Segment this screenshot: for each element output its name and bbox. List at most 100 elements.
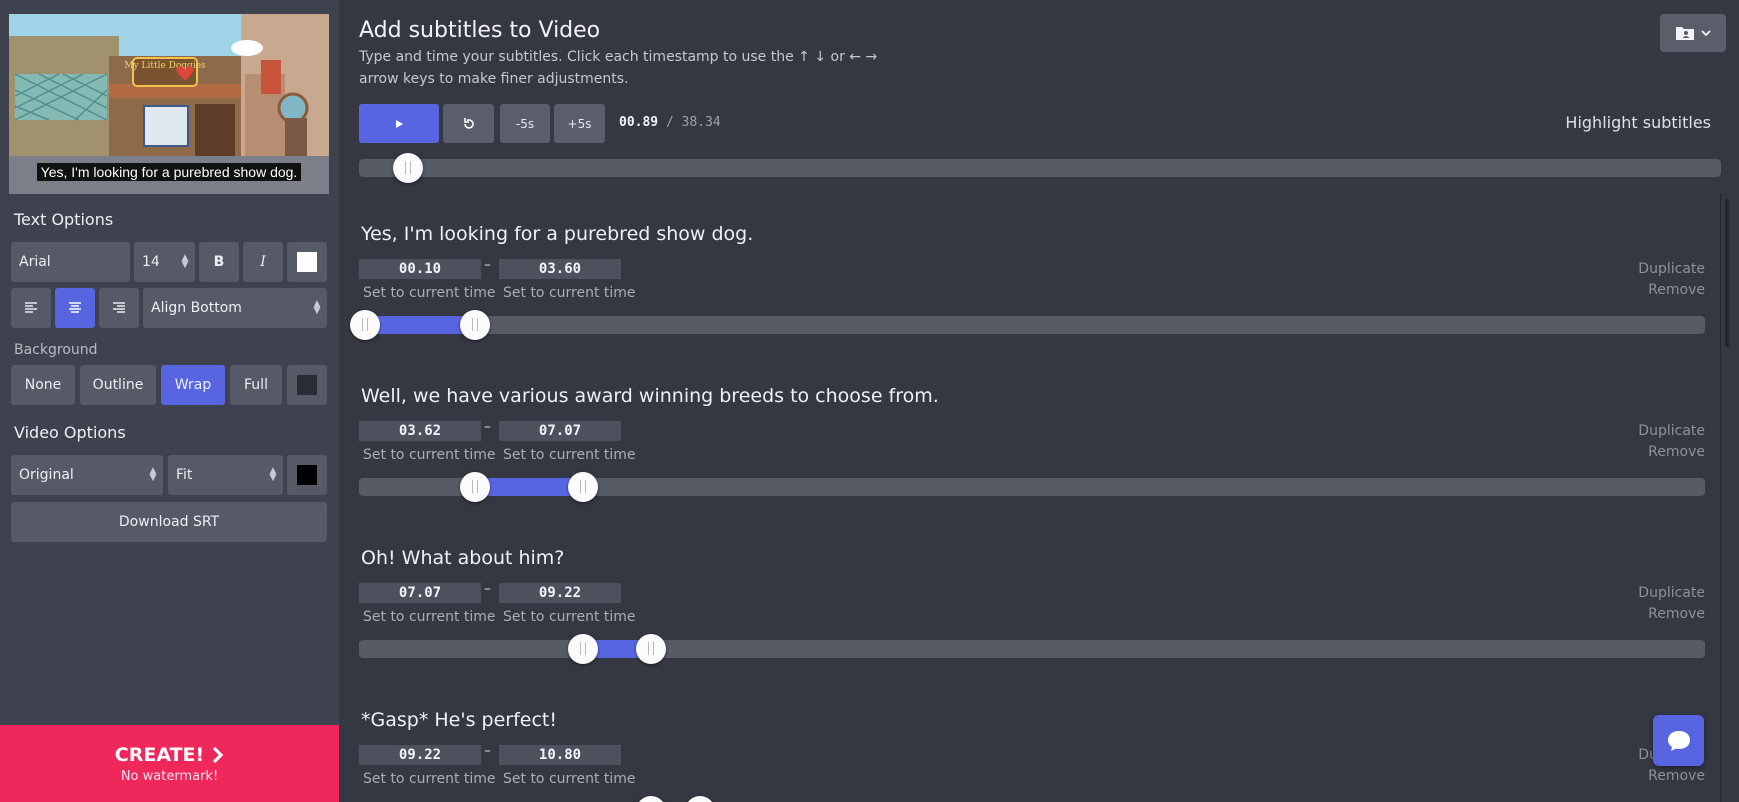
- start-time-field[interactable]: 03.62: [359, 421, 481, 441]
- time-dash: –: [484, 419, 491, 435]
- select-arrows-icon: ▲ ▼: [269, 466, 277, 483]
- select-arrows-icon: ▲ ▼: [149, 466, 157, 483]
- subtitle-list-scrollbar[interactable]: [1720, 193, 1734, 802]
- background-outline-button[interactable]: Outline: [80, 365, 156, 405]
- play-icon: [396, 119, 403, 128]
- folder-user-icon: [1676, 27, 1694, 40]
- align-right-button[interactable]: [99, 288, 139, 328]
- project-folder-button[interactable]: [1660, 14, 1726, 52]
- restart-button[interactable]: [443, 104, 494, 143]
- page-title: Add subtitles to Video: [359, 18, 601, 43]
- remove-link[interactable]: Remove: [1648, 282, 1705, 298]
- remove-link[interactable]: Remove: [1648, 606, 1705, 622]
- sidebar: My Little Doggies Yes, I'm looking for a…: [0, 0, 339, 802]
- background-color-button[interactable]: [287, 365, 327, 405]
- range-start-handle[interactable]: [350, 310, 381, 340]
- start-time-field[interactable]: 09.22: [359, 745, 481, 765]
- end-time-field[interactable]: 07.07: [499, 421, 621, 441]
- range-slider[interactable]: [350, 310, 1705, 340]
- duplicate-link[interactable]: Duplicate: [1638, 261, 1705, 277]
- create-button[interactable]: CREATE! No watermark!: [0, 725, 339, 802]
- rotate-icon: [463, 117, 474, 129]
- video-background-color-button[interactable]: [287, 455, 327, 495]
- start-time-field[interactable]: 00.10: [359, 259, 481, 279]
- time-separator: /: [665, 115, 674, 130]
- remove-link[interactable]: Remove: [1648, 444, 1705, 460]
- range-fill: [365, 316, 475, 334]
- forward-5s-button[interactable]: +5s: [554, 104, 605, 143]
- subtitle-text[interactable]: Oh! What about him?: [361, 547, 564, 569]
- chat-bubble-icon: [1667, 730, 1690, 751]
- range-end-handle[interactable]: [635, 634, 666, 664]
- duration: 38.34: [681, 115, 721, 130]
- subtitle-text[interactable]: Yes, I'm looking for a purebred show dog…: [361, 223, 753, 245]
- range-slider[interactable]: [359, 472, 1705, 502]
- range-end-handle[interactable]: [459, 310, 490, 340]
- font-size-input[interactable]: 14 ▲ ▼: [134, 242, 195, 282]
- set-start-current-link[interactable]: Set to current time: [363, 771, 496, 787]
- set-start-current-link[interactable]: Set to current time: [363, 447, 496, 463]
- set-end-current-link[interactable]: Set to current time: [503, 609, 636, 625]
- set-end-current-link[interactable]: Set to current time: [503, 447, 636, 463]
- font-select[interactable]: Arial: [11, 242, 130, 282]
- seek-handle[interactable]: [392, 153, 423, 183]
- subtitle-list: Yes, I'm looking for a purebred show dog…: [339, 193, 1739, 802]
- text-color-button[interactable]: [287, 242, 327, 282]
- chevron-right-icon: [213, 746, 224, 764]
- bold-button[interactable]: B: [199, 242, 239, 282]
- end-time-field[interactable]: 03.60: [499, 259, 621, 279]
- time-readout: 00.89 / 38.34: [619, 115, 721, 130]
- italic-button[interactable]: I: [243, 242, 283, 282]
- preview-subtitle: Yes, I'm looking for a purebred show dog…: [9, 163, 329, 181]
- fit-select[interactable]: Fit ▲ ▼: [168, 455, 283, 495]
- align-center-button[interactable]: [55, 288, 95, 328]
- end-time-field[interactable]: 09.22: [499, 583, 621, 603]
- chat-button[interactable]: [1653, 715, 1704, 766]
- highlight-subtitles-toggle[interactable]: Highlight subtitles: [1565, 113, 1711, 132]
- time-dash: –: [484, 743, 491, 759]
- set-start-current-link[interactable]: Set to current time: [363, 609, 496, 625]
- duplicate-link[interactable]: Duplicate: [1638, 585, 1705, 601]
- background-none-button[interactable]: None: [11, 365, 75, 405]
- aspect-ratio-select[interactable]: Original ▲ ▼: [11, 455, 163, 495]
- background-full-button[interactable]: Full: [230, 365, 282, 405]
- start-time-field[interactable]: 07.07: [359, 583, 481, 603]
- set-end-current-link[interactable]: Set to current time: [503, 285, 636, 301]
- time-dash: –: [484, 257, 491, 273]
- vertical-align-select[interactable]: Align Bottom ▲ ▼: [143, 288, 327, 328]
- range-start-handle[interactable]: [568, 634, 599, 664]
- range-end-handle[interactable]: [568, 472, 599, 502]
- remove-link[interactable]: Remove: [1648, 768, 1705, 784]
- video-preview[interactable]: My Little Doggies Yes, I'm looking for a…: [9, 14, 329, 194]
- stepper-arrows-icon: ▲ ▼: [181, 253, 189, 270]
- create-label: CREATE!: [114, 744, 205, 766]
- align-center-icon: [69, 302, 81, 313]
- download-srt-button[interactable]: Download SRT: [11, 502, 327, 542]
- scrollbar-thumb[interactable]: [1725, 199, 1729, 347]
- background-color-swatch: [297, 375, 317, 395]
- select-arrows-icon: ▲ ▼: [313, 299, 321, 316]
- video-options-heading: Video Options: [14, 423, 126, 442]
- text-options-heading: Text Options: [14, 210, 114, 229]
- align-left-button[interactable]: [11, 288, 51, 328]
- rewind-5s-button[interactable]: -5s: [500, 104, 550, 143]
- create-sublabel: No watermark!: [120, 769, 219, 784]
- set-start-current-link[interactable]: Set to current time: [363, 285, 496, 301]
- range-start-handle[interactable]: [635, 796, 666, 802]
- subtitle-text[interactable]: *Gasp* He's perfect!: [361, 709, 557, 731]
- background-wrap-button[interactable]: Wrap: [161, 365, 225, 405]
- duplicate-link[interactable]: Duplicate: [1638, 423, 1705, 439]
- background-heading: Background: [14, 342, 98, 358]
- end-time-field[interactable]: 10.80: [499, 745, 621, 765]
- range-end-handle[interactable]: [685, 796, 716, 802]
- time-dash: –: [484, 581, 491, 597]
- video-background-swatch: [297, 465, 317, 485]
- seek-slider[interactable]: [359, 153, 1721, 183]
- play-button[interactable]: [359, 104, 439, 143]
- subtitle-text[interactable]: Well, we have various award winning bree…: [361, 385, 939, 407]
- range-slider[interactable]: [359, 634, 1705, 664]
- shop-sign: My Little Doggies: [124, 61, 206, 71]
- range-start-handle[interactable]: [460, 472, 491, 502]
- set-end-current-link[interactable]: Set to current time: [503, 771, 636, 787]
- range-fill: [475, 478, 584, 496]
